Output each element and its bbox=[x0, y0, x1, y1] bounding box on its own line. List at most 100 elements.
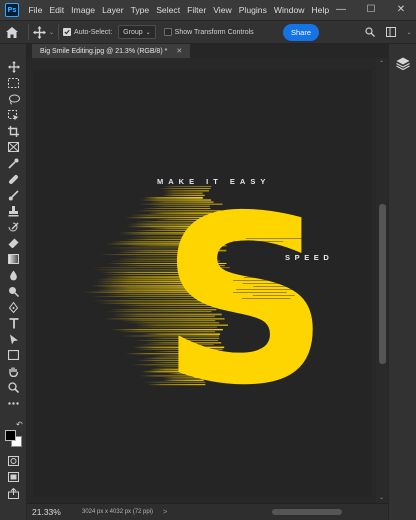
inner-streak bbox=[252, 295, 295, 296]
inner-streak bbox=[253, 286, 315, 287]
vertical-scrollbar[interactable]: ⌃ ⌄ bbox=[377, 58, 388, 503]
path-selection-icon[interactable] bbox=[4, 332, 23, 346]
vertical-scroll-thumb[interactable] bbox=[379, 204, 386, 364]
workspace-icon[interactable] bbox=[385, 25, 397, 39]
foreground-color-swatch[interactable] bbox=[5, 430, 16, 441]
inner-streak bbox=[233, 253, 286, 254]
inner-streak bbox=[232, 241, 284, 242]
eyedropper-icon[interactable] bbox=[4, 156, 23, 170]
separator bbox=[28, 24, 29, 40]
menu-bar: Ps File Edit Image Layer Type Select Fil… bbox=[0, 0, 416, 20]
search-icon[interactable] bbox=[364, 25, 376, 39]
home-icon[interactable] bbox=[0, 20, 24, 44]
brush-icon[interactable] bbox=[4, 188, 23, 202]
minimize-button[interactable]: — bbox=[326, 0, 356, 20]
tools-panel: ↶ bbox=[0, 44, 27, 520]
swap-colors-icon[interactable]: ↶ bbox=[16, 420, 23, 429]
menu-items: File Edit Image Layer Type Select Filter… bbox=[25, 5, 333, 15]
right-panel-strip bbox=[388, 44, 416, 520]
inner-streak bbox=[234, 247, 285, 248]
transform-controls-checkbox[interactable] bbox=[163, 28, 172, 36]
menu-type[interactable]: Type bbox=[127, 5, 153, 15]
menu-select[interactable]: Select bbox=[153, 5, 184, 15]
maximize-button[interactable]: ☐ bbox=[356, 0, 386, 20]
auto-select-checkbox[interactable] bbox=[63, 28, 72, 36]
photoshop-logo: Ps bbox=[5, 3, 19, 17]
window-controls: — ☐ ✕ bbox=[326, 0, 416, 20]
hand-icon[interactable] bbox=[4, 364, 23, 378]
share-button[interactable]: Share bbox=[283, 24, 319, 41]
tagline-text: SPEED bbox=[285, 253, 334, 262]
dodge-icon[interactable] bbox=[4, 284, 23, 298]
close-tab-icon[interactable]: ✕ bbox=[176, 47, 182, 55]
quick-mask-icon[interactable] bbox=[4, 454, 23, 468]
move-icon[interactable] bbox=[4, 60, 23, 74]
status-menu-arrow[interactable]: > bbox=[163, 509, 167, 516]
auto-select-dropdown[interactable]: Group ⌄ bbox=[118, 25, 156, 39]
document-tabs: Big Smile Editing.jpg @ 21.3% (RGB/8) * … bbox=[27, 44, 388, 58]
document-canvas[interactable]: S MAKE IT EASY SPEED bbox=[33, 70, 372, 497]
gradient-icon[interactable] bbox=[4, 252, 23, 266]
inner-streak bbox=[245, 238, 315, 239]
document-tab[interactable]: Big Smile Editing.jpg @ 21.3% (RGB/8) * … bbox=[32, 44, 191, 58]
menu-plugins[interactable]: Plugins bbox=[235, 5, 270, 15]
inner-streak bbox=[242, 283, 290, 284]
color-swatches[interactable] bbox=[4, 430, 24, 448]
scroll-up-arrow[interactable]: ⌃ bbox=[379, 60, 384, 67]
document-tab-title: Big Smile Editing.jpg @ 21.3% (RGB/8) * bbox=[40, 47, 168, 55]
s-letter: S bbox=[160, 166, 330, 436]
blur-icon[interactable] bbox=[4, 268, 23, 282]
history-brush-icon[interactable] bbox=[4, 220, 23, 234]
frame-icon[interactable] bbox=[4, 140, 23, 154]
type-icon[interactable] bbox=[4, 316, 23, 330]
inner-streak bbox=[233, 250, 284, 251]
inner-streak bbox=[253, 271, 302, 272]
healing-brush-icon[interactable] bbox=[4, 172, 23, 186]
inner-streak bbox=[236, 289, 298, 290]
menu-view[interactable]: View bbox=[210, 5, 235, 15]
transform-controls-label: Show Transform Controls bbox=[174, 28, 254, 36]
zoom-level[interactable]: 21.33% bbox=[32, 507, 72, 517]
document-info: 3024 px x 4032 px (72 ppi) bbox=[82, 509, 154, 515]
separator bbox=[58, 24, 60, 40]
layers-panel-icon[interactable] bbox=[396, 57, 410, 71]
inner-streak bbox=[243, 268, 292, 269]
menu-image[interactable]: Image bbox=[68, 5, 99, 15]
menu-window[interactable]: Window bbox=[270, 5, 308, 15]
pen-icon[interactable] bbox=[4, 300, 23, 314]
inner-streak bbox=[233, 280, 289, 281]
lasso-icon[interactable] bbox=[4, 92, 23, 106]
menu-layer[interactable]: Layer bbox=[99, 5, 128, 15]
share-export-icon[interactable] bbox=[4, 486, 23, 500]
object-select-icon[interactable] bbox=[4, 108, 23, 122]
chevron-down-icon[interactable]: ⌄ bbox=[49, 29, 54, 36]
scroll-down-arrow[interactable]: ⌄ bbox=[379, 494, 384, 501]
inner-streak bbox=[256, 262, 317, 263]
marquee-icon[interactable] bbox=[4, 76, 23, 90]
menu-file[interactable]: File bbox=[25, 5, 46, 15]
crop-icon[interactable] bbox=[4, 124, 23, 138]
options-right-icons: ⌄ bbox=[364, 25, 412, 39]
screen-mode-icon[interactable] bbox=[4, 470, 23, 484]
move-tool-icon[interactable] bbox=[33, 25, 46, 39]
inner-streak bbox=[232, 244, 277, 245]
inner-streak bbox=[233, 292, 287, 293]
auto-select-value: Group bbox=[123, 28, 143, 36]
speed-letter-artwork: S bbox=[82, 166, 330, 436]
headline-text: MAKE IT EASY bbox=[157, 177, 271, 186]
eraser-icon[interactable] bbox=[4, 236, 23, 250]
clone-stamp-icon[interactable] bbox=[4, 204, 23, 218]
close-button[interactable]: ✕ bbox=[386, 0, 416, 20]
rectangle-icon[interactable] bbox=[4, 348, 23, 362]
inner-streak bbox=[241, 298, 291, 299]
chevron-down-icon[interactable]: ⌄ bbox=[406, 25, 412, 39]
horizontal-scroll-thumb[interactable] bbox=[272, 509, 342, 515]
zoom-icon[interactable] bbox=[4, 380, 23, 394]
more-tools-icon[interactable] bbox=[4, 396, 23, 410]
chevron-down-icon: ⌄ bbox=[145, 29, 151, 36]
inner-streak bbox=[243, 277, 310, 278]
options-bar: ⌄ Auto-Select: Group ⌄ Show Transform Co… bbox=[0, 20, 416, 44]
menu-filter[interactable]: Filter bbox=[184, 5, 210, 15]
auto-select-label: Auto-Select: bbox=[74, 28, 113, 36]
menu-edit[interactable]: Edit bbox=[46, 5, 68, 15]
